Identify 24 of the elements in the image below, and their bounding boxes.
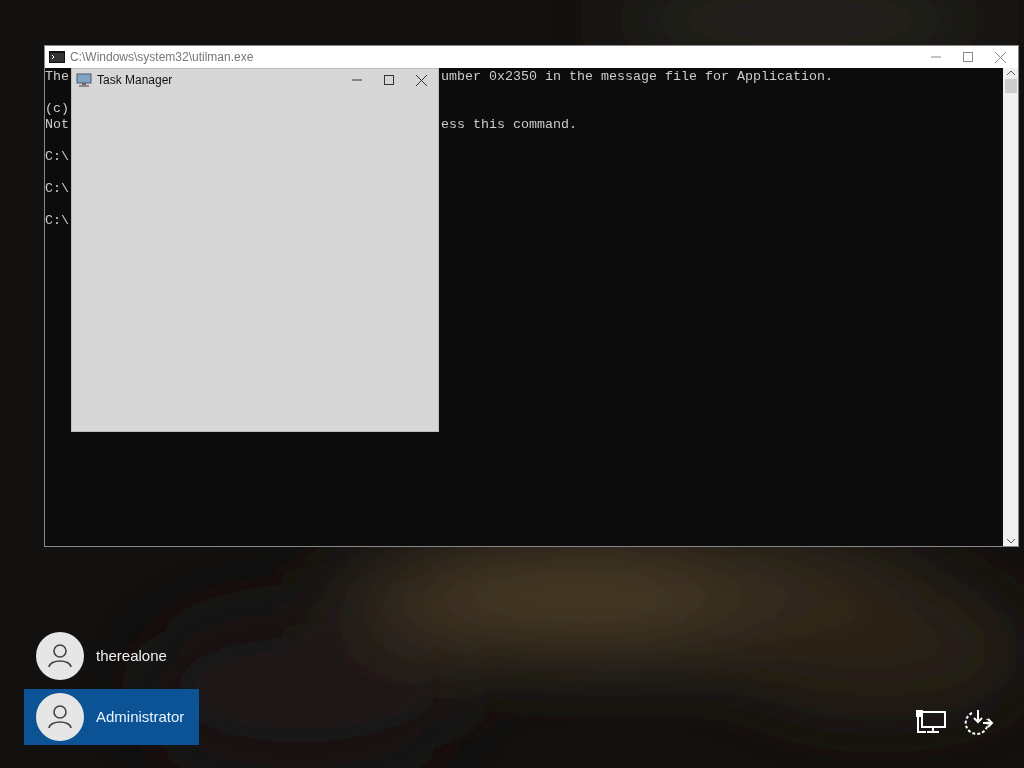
console-text: umber 0x2350 in the message file for Application. (441, 69, 833, 85)
console-icon (49, 51, 65, 63)
user-avatar-icon (36, 693, 84, 741)
user-item[interactable]: therealone (24, 628, 199, 684)
console-text: ess this command. (441, 117, 577, 133)
console-text: The (45, 69, 69, 84)
console-text: Not (45, 117, 69, 132)
console-text: C:\ (45, 213, 69, 228)
scroll-down-icon[interactable] (1006, 539, 1015, 544)
console-text: (c) (45, 101, 69, 116)
window-title: Task Manager (97, 72, 174, 89)
close-icon[interactable] (416, 74, 427, 86)
window-title: C:\Windows\system32\utilman.exe (70, 49, 255, 66)
monitor-icon (76, 72, 92, 88)
dashed-circle-arrow-icon[interactable] (963, 708, 994, 736)
console-text: C:\ (45, 149, 69, 164)
user-avatar-icon (36, 632, 84, 680)
scrollbar[interactable] (1003, 68, 1018, 546)
scroll-up-icon[interactable] (1006, 70, 1015, 75)
user-item[interactable]: Administrator (24, 689, 199, 745)
network-icon[interactable] (916, 709, 947, 735)
maximize-icon[interactable] (384, 75, 394, 85)
scroll-thumb[interactable] (1004, 79, 1017, 93)
console-text: C:\ (45, 181, 69, 196)
